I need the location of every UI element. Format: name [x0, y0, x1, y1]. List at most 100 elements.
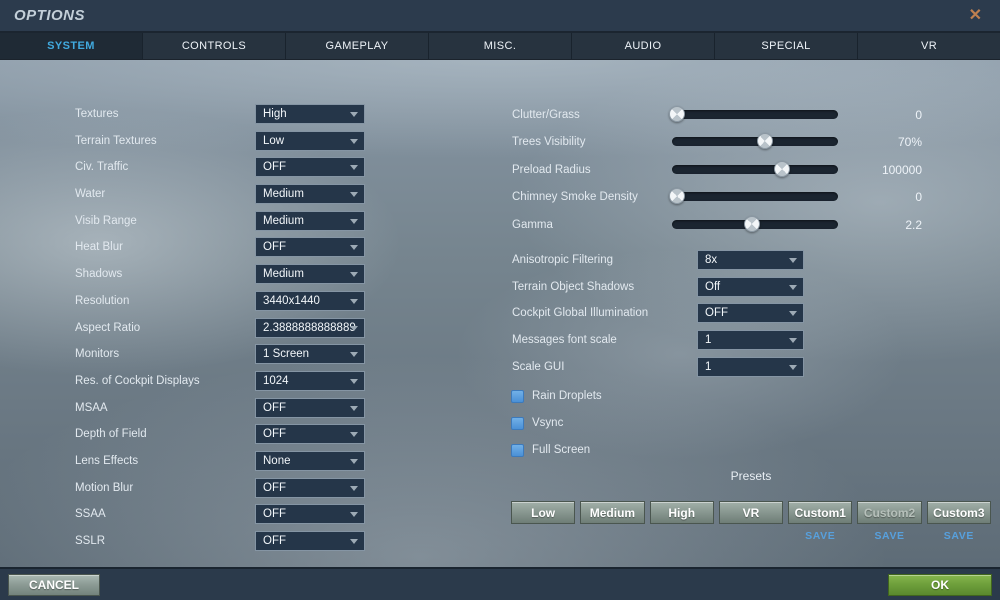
system-settings-panel: Textures High Terrain Textures Low Civ. … [0, 60, 1000, 567]
scale-gui-dropdown[interactable]: 1 [697, 357, 804, 377]
setting-label: Depth of Field [75, 428, 147, 440]
slider-thumb[interactable] [743, 216, 760, 232]
gamma-slider[interactable] [672, 216, 838, 232]
shadows-dropdown[interactable]: Medium [255, 264, 365, 284]
slider-value: 0 [915, 190, 922, 204]
chevron-down-icon [350, 459, 358, 464]
chimney-smoke-slider[interactable] [668, 188, 838, 204]
slider-label: Clutter/Grass [512, 109, 580, 121]
setting-label: Aspect Ratio [75, 322, 141, 334]
slider-label: Preload Radius [512, 164, 591, 176]
slider-value: 2.2 [905, 218, 922, 232]
chevron-down-icon [350, 326, 358, 331]
preset-high-button[interactable]: High [649, 501, 714, 524]
messages-font-scale-dropdown[interactable]: 1 [697, 330, 804, 350]
full-screen-checkbox[interactable]: Full Screen [511, 442, 590, 458]
chevron-down-icon [350, 352, 358, 357]
setting-shadows: Shadows [75, 264, 122, 284]
motion-blur-dropdown[interactable]: OFF [255, 478, 365, 498]
chevron-down-icon [350, 432, 358, 437]
tab-system[interactable]: SYSTEM [0, 33, 143, 59]
terrain-object-shadows-dropdown[interactable]: Off [697, 277, 804, 297]
slider-value: 70% [897, 135, 922, 149]
monitors-dropdown[interactable]: 1 Screen [255, 344, 365, 364]
tab-vr[interactable]: VR [858, 33, 1000, 59]
setting-messages-font-scale: Messages font scale [512, 330, 617, 350]
chevron-down-icon [350, 512, 358, 517]
tab-special[interactable]: SPECIAL [715, 33, 858, 59]
setting-label: Shadows [75, 268, 123, 280]
save-custom2-link[interactable]: SAVE [874, 530, 904, 542]
ssaa-dropdown[interactable]: OFF [255, 504, 365, 524]
preset-medium-button[interactable]: Medium [580, 501, 645, 524]
lens-effects-dropdown[interactable]: None [255, 451, 365, 471]
aspect-ratio-dropdown[interactable]: 2.3888888888889 [255, 318, 365, 338]
heat-blur-dropdown[interactable]: OFF [255, 237, 365, 257]
setting-lens-effects: Lens Effects [75, 451, 138, 471]
preset-low-button[interactable]: Low [511, 501, 576, 524]
setting-scale-gui: Scale GUI [512, 357, 564, 377]
setting-resolution: Resolution [75, 291, 129, 311]
tab-audio[interactable]: AUDIO [572, 33, 715, 59]
presets-title: Presets [730, 469, 772, 483]
preset-save-row: SAVE SAVE SAVE [511, 526, 991, 544]
options-window: OPTIONS ✕ SYSTEM CONTROLS GAMEPLAY MISC.… [0, 0, 1000, 600]
setting-label: Resolution [75, 295, 130, 307]
save-custom3-link[interactable]: SAVE [944, 530, 974, 542]
tab-misc[interactable]: MISC. [429, 33, 572, 59]
setting-anisotropic-filtering: Anisotropic Filtering [512, 250, 613, 270]
preset-custom3-button[interactable]: Custom3 [926, 501, 991, 524]
vsync-checkbox[interactable]: Vsync [511, 415, 563, 431]
cockpit-global-illumination-dropdown[interactable]: OFF [697, 303, 804, 323]
rain-droplets-checkbox[interactable]: Rain Droplets [511, 388, 602, 404]
msaa-dropdown[interactable]: OFF [255, 398, 365, 418]
chevron-down-icon [789, 338, 797, 343]
slider-thumb[interactable] [668, 188, 685, 204]
ok-button[interactable]: OK [888, 573, 992, 596]
tab-controls[interactable]: CONTROLS [143, 33, 286, 59]
setting-cockpit-displays-res: Res. of Cockpit Displays [75, 371, 200, 391]
sslr-dropdown[interactable]: OFF [255, 531, 365, 551]
setting-cockpit-global-illumination: Cockpit Global Illumination [512, 303, 648, 323]
checkbox-icon [511, 389, 524, 403]
slider-preload-radius: Preload Radius 100000 [0, 160, 1000, 180]
slider-value: 0 [915, 108, 922, 122]
setting-label: SSLR [75, 535, 106, 547]
setting-label: Monitors [75, 348, 120, 360]
chevron-down-icon [350, 486, 358, 491]
slider-thumb[interactable] [756, 133, 773, 149]
setting-heat-blur: Heat Blur [75, 237, 123, 257]
checkbox-label: Full Screen [532, 444, 591, 456]
anisotropic-filtering-dropdown[interactable]: 8x [697, 250, 804, 270]
close-icon[interactable]: ✕ [965, 6, 986, 26]
cockpit-displays-res-dropdown[interactable]: 1024 [255, 371, 365, 391]
preset-vr-button[interactable]: VR [718, 501, 784, 524]
chevron-down-icon [350, 406, 358, 411]
clutter-grass-slider[interactable] [668, 106, 838, 122]
preload-radius-slider[interactable] [672, 161, 838, 177]
slider-chimney-smoke: Chimney Smoke Density 0 [0, 187, 1000, 207]
tab-gameplay[interactable]: GAMEPLAY [286, 33, 429, 59]
save-custom1-link[interactable]: SAVE [805, 530, 835, 542]
slider-thumb[interactable] [668, 106, 685, 122]
checkbox-icon [511, 443, 524, 457]
resolution-dropdown[interactable]: 3440x1440 [255, 291, 365, 311]
setting-label: SSAA [75, 508, 106, 520]
depth-of-field-dropdown[interactable]: OFF [255, 424, 365, 444]
setting-depth-of-field: Depth of Field [75, 424, 147, 444]
setting-sslr: SSLR [75, 531, 105, 551]
title-bar: OPTIONS ✕ [0, 0, 1000, 33]
preset-custom1-button[interactable]: Custom1 [788, 501, 853, 524]
setting-aspect-ratio: Aspect Ratio [75, 318, 140, 338]
checkbox-label: Rain Droplets [532, 390, 602, 402]
cancel-button[interactable]: CANCEL [8, 573, 100, 596]
chevron-down-icon [350, 272, 358, 277]
setting-label: Motion Blur [75, 482, 134, 494]
preset-custom2-button[interactable]: Custom2 [857, 501, 922, 524]
slider-trees-visibility: Trees Visibility 70% [0, 132, 1000, 152]
trees-visibility-slider[interactable] [672, 133, 838, 149]
setting-label: Cockpit Global Illumination [512, 307, 649, 319]
checkbox-icon [511, 416, 524, 430]
slider-thumb[interactable] [773, 161, 790, 177]
setting-label: Res. of Cockpit Displays [75, 375, 200, 387]
